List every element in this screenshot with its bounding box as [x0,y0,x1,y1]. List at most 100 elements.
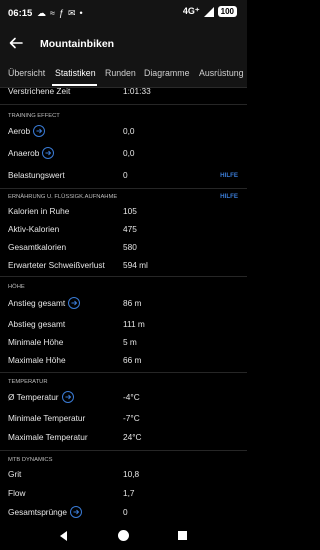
stat-row-flow: Flow 1,7 [0,484,247,504]
tab-runden[interactable]: Runden [105,68,136,78]
stat-value: 1:01:33 [123,86,151,96]
stat-row-anaerob: Anaerob 0,0 [0,144,247,164]
page-title: Mountainbiken [40,38,115,50]
stat-row-anstieg: Anstieg gesamt 86 m [0,294,247,314]
stat-row-elapsed-time: Verstrichene Zeit 1:01:33 [0,82,247,102]
facebook-icon: ƒ [58,8,64,18]
network-indicator: 4G⁺ [182,6,200,16]
section-header-mtb-dynamics: MTB DYNAMICS [8,457,53,463]
stat-value: 10,8 [123,469,140,479]
app-bar: Mountainbiken [0,28,247,60]
stat-label: Minimale Höhe [8,337,64,347]
stat-label: Flow [8,488,26,498]
signal-icon [203,6,214,17]
stat-row-abstieg: Abstieg gesamt 111 m [0,315,247,335]
stat-label: Maximale Temperatur [8,432,88,442]
section-header-temperature: TEMPERATUR [8,379,48,385]
stat-row-schweissverlust: Erwarteter Schweißverlust 594 ml [0,256,247,276]
divider [0,372,247,373]
dot-icon: • [79,8,83,18]
stat-label: Grit [8,469,22,479]
waves-icon: ≈ [50,8,55,18]
stat-value: 594 ml [123,260,148,270]
nav-home-icon[interactable] [118,530,129,541]
tab-statistiken[interactable]: Statistiken [55,68,96,78]
info-icon[interactable] [61,391,74,403]
stat-row-aerob: Aerob 0,0 [0,122,247,142]
stat-row-gesamtkalorien: Gesamtkalorien 580 [0,238,247,258]
stat-label: Aktiv-Kalorien [8,224,60,234]
status-bar: 06:15 ☁ ≈ ƒ ✉ • 4G⁺ 100 [0,0,247,28]
stat-label: Abstieg gesamt [8,319,66,329]
stat-label: Aerob [8,126,31,137]
stat-row-min-temp: Minimale Temperatur -7°C [0,409,247,429]
stat-value: 105 [123,206,137,216]
help-link[interactable]: HILFE [220,172,238,179]
stat-label: Gesamtkalorien [8,242,67,252]
help-link[interactable]: HILFE [220,193,238,200]
mail-icon: ✉ [67,8,76,18]
cloud-icon: ☁ [37,8,46,18]
stat-row-aktiv-kalorien: Aktiv-Kalorien 475 [0,220,247,240]
stat-row-max-hoehe: Maximale Höhe 66 m [0,351,247,371]
stat-value: 5 m [123,337,137,347]
stat-label: Anaerob [8,148,40,159]
info-icon[interactable] [42,147,55,159]
stat-label-wrap: Ø Temperatur [8,391,74,404]
section-header-nutrition: ERNÄHRUNG U. FLÜSSIGK.AUFNAHME [8,194,118,200]
divider [0,188,247,189]
tab-diagramme[interactable]: Diagramme [144,68,189,78]
system-icons: 4G⁺ 100 [183,6,237,17]
status-time: 06:15 [8,8,33,19]
stat-label: Erwarteter Schweißverlust [8,260,105,270]
stat-row-grit: Grit 10,8 [0,465,247,485]
stat-label: Kalorien in Ruhe [8,206,70,216]
stat-label-wrap: Gesamtsprünge [8,506,83,519]
stat-value: 111 m [123,319,145,329]
stat-label: Minimale Temperatur [8,413,86,423]
stat-value: 0 [123,507,128,517]
divider [0,450,247,451]
info-icon[interactable] [33,125,46,137]
divider [0,276,247,277]
stat-row-avg-temp: Ø Temperatur -4°C [0,388,247,408]
stat-value: 0 [123,170,128,180]
stat-row-kalorien-ruhe: Kalorien in Ruhe 105 [0,202,247,222]
battery-icon: 100 [217,6,237,17]
stat-row-max-temp: Maximale Temperatur 24°C [0,428,247,448]
stat-row-belastungswert: Belastungswert 0 HILFE [0,166,247,186]
stat-label: Verstrichene Zeit [8,86,71,96]
stat-label: Maximale Höhe [8,355,66,365]
stat-value: 24°C [123,432,142,442]
section-header-training-effect: TRAINING EFFECT [8,113,60,119]
stat-value: -7°C [123,413,140,423]
stat-value: 66 m [123,355,142,365]
stat-value: 475 [123,224,137,234]
nav-back-icon[interactable] [59,531,69,541]
info-icon[interactable] [70,506,83,518]
nav-recents-icon[interactable] [178,531,187,540]
stat-label: Gesamtsprünge [8,507,68,518]
stat-value: 580 [123,242,137,252]
notification-icons: ☁ ≈ ƒ ✉ • [37,7,83,19]
stat-value: 86 m [123,298,142,308]
info-icon[interactable] [68,297,81,309]
stat-row-gesamtspruenge: Gesamtsprünge 0 [0,503,247,523]
tab-ausruestung[interactable]: Ausrüstung [199,68,244,78]
stat-label-wrap: Anstieg gesamt [8,297,81,310]
stat-label: Anstieg gesamt [8,298,66,309]
tab-uebersicht[interactable]: Übersicht [8,68,45,78]
stat-row-min-hoehe: Minimale Höhe 5 m [0,333,247,353]
stat-label-wrap: Aerob [8,125,46,138]
stat-value: 1,7 [123,488,135,498]
stat-label: Ø Temperatur [8,392,59,403]
back-arrow-icon[interactable] [9,36,23,50]
stat-value: -4°C [123,392,140,402]
stat-label: Belastungswert [8,170,65,180]
stat-value: 0,0 [123,126,135,136]
system-nav-bar [0,523,247,550]
section-header-elevation: HÖHE [8,284,25,290]
divider [0,104,247,105]
stat-label-wrap: Anaerob [8,147,55,160]
stat-value: 0,0 [123,148,135,158]
